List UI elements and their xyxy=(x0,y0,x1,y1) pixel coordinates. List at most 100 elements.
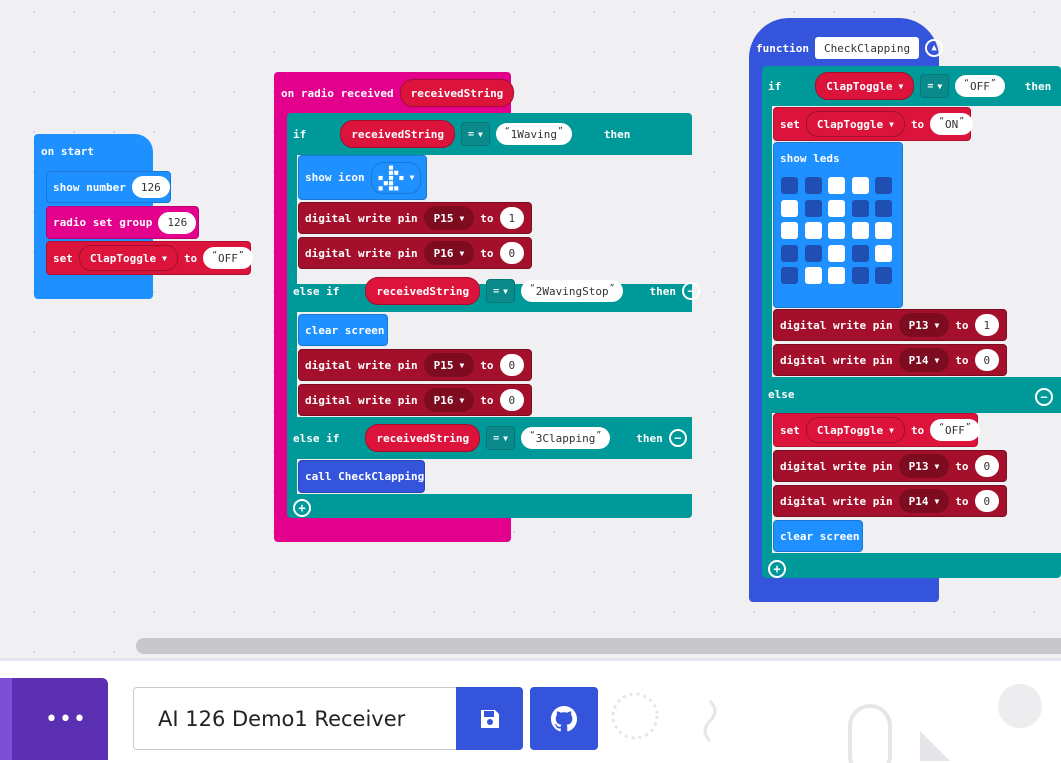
chevron-down-icon: ▼ xyxy=(889,119,894,129)
led-cell[interactable] xyxy=(828,199,845,217)
github-button[interactable] xyxy=(530,687,598,750)
led-cell[interactable] xyxy=(851,222,869,239)
pin-value[interactable]: 0 xyxy=(499,389,525,411)
led-cell[interactable] xyxy=(781,199,798,217)
led-cell[interactable] xyxy=(828,222,845,239)
radio-group-value[interactable]: 126 xyxy=(158,211,197,234)
project-name-field[interactable]: AI 126 Demo1 Receiver xyxy=(133,687,457,750)
decorative-background-icon xyxy=(611,684,1042,763)
pin-dropdown[interactable]: P15 ▼ xyxy=(423,353,475,377)
led-cell[interactable] xyxy=(828,244,845,262)
received-string-var[interactable]: receivedString xyxy=(365,424,481,452)
led-cell[interactable] xyxy=(851,267,869,284)
set-value-string[interactable]: OFF xyxy=(930,419,980,441)
compare-value-1waving[interactable]: 1Waving xyxy=(495,123,572,145)
to-label: to xyxy=(480,358,494,372)
set-claptoggle-block[interactable]: set ClapToggle ▼ to OFF xyxy=(46,241,253,275)
pin-dropdown[interactable]: P13 ▼ xyxy=(898,313,950,337)
to-label: to xyxy=(955,353,969,367)
more-menu-button[interactable]: ••• xyxy=(0,678,108,760)
minus-circle-icon[interactable]: − xyxy=(668,429,687,447)
digital-write-p13-block[interactable]: digital write pin P13 ▼ to 1 xyxy=(773,309,1007,341)
led-cell[interactable] xyxy=(781,267,798,284)
equals-operator[interactable]: = ▼ xyxy=(460,122,490,146)
pin-dropdown[interactable]: P14 ▼ xyxy=(898,489,950,513)
function-name-field[interactable]: CheckClapping xyxy=(814,37,920,59)
led-cell[interactable] xyxy=(828,267,845,284)
led-cell[interactable] xyxy=(851,244,869,262)
pin-value[interactable]: 0 xyxy=(499,242,525,264)
digital-write-p15-block[interactable]: digital write pin P15 ▼ to 1 xyxy=(298,202,532,234)
claptoggle-dropdown[interactable]: ClapToggle ▼ xyxy=(78,245,178,271)
digital-write-p13-block-2[interactable]: digital write pin P13 ▼ to 0 xyxy=(773,450,1007,482)
equals-label: = xyxy=(467,128,474,140)
equals-operator[interactable]: = ▼ xyxy=(486,279,515,303)
led-cell[interactable] xyxy=(875,222,892,239)
led-cell[interactable] xyxy=(851,199,869,217)
radio-set-group-block[interactable]: radio set group 126 xyxy=(46,206,199,239)
claptoggle-dropdown[interactable]: ClapToggle ▼ xyxy=(805,111,905,137)
digital-write-p15-block-2[interactable]: digital write pin P15 ▼ to 0 xyxy=(298,349,532,381)
pin-value[interactable]: 1 xyxy=(974,314,1000,336)
led-cell[interactable] xyxy=(804,267,822,284)
pin-value[interactable]: 0 xyxy=(974,455,1000,477)
digital-write-p16-block[interactable]: digital write pin P16 ▼ to 0 xyxy=(298,237,532,269)
claptoggle-dropdown[interactable]: ClapToggle ▼ xyxy=(805,417,905,443)
pin-dropdown[interactable]: P14 ▼ xyxy=(898,348,950,372)
digital-write-p14-block[interactable]: digital write pin P14 ▼ to 0 xyxy=(773,344,1007,376)
set-claptoggle-off-block[interactable]: set ClapToggle ▼ to OFF xyxy=(773,413,980,447)
pin-dropdown[interactable]: P16 ▼ xyxy=(423,388,475,412)
led-cell[interactable] xyxy=(804,222,822,239)
clear-screen-block-2[interactable]: clear screen xyxy=(773,520,863,552)
clear-screen-block[interactable]: clear screen xyxy=(298,314,388,346)
add-else-button[interactable]: + xyxy=(293,497,311,517)
pin-dropdown[interactable]: P15 ▼ xyxy=(423,206,475,230)
show-number-block[interactable]: show number 126 xyxy=(46,171,171,203)
digital-write-p14-block-2[interactable]: digital write pin P14 ▼ to 0 xyxy=(773,485,1007,517)
equals-operator[interactable]: = ▼ xyxy=(486,426,515,450)
chevron-up-circle-icon[interactable]: ▲ xyxy=(925,39,944,57)
pin-dropdown[interactable]: P16 ▼ xyxy=(423,241,475,265)
led-cell[interactable] xyxy=(875,177,892,194)
led-cell[interactable] xyxy=(781,177,798,194)
led-cell[interactable] xyxy=(804,199,822,217)
horizontal-scrollbar[interactable] xyxy=(136,638,1061,654)
led-cell[interactable] xyxy=(828,177,845,194)
pin-value[interactable]: 0 xyxy=(974,490,1000,512)
pin-value[interactable]: 0 xyxy=(499,354,525,376)
claptoggle-var[interactable]: ClapToggle ▼ xyxy=(815,72,915,100)
led-cell[interactable] xyxy=(875,199,892,217)
equals-operator[interactable]: = ▼ xyxy=(920,74,950,98)
received-string-param[interactable]: receivedString xyxy=(399,79,515,107)
compare-value-3clapping[interactable]: 3Clapping xyxy=(520,427,611,449)
led-cell[interactable] xyxy=(851,177,869,194)
add-else-if-button[interactable]: + xyxy=(768,558,786,578)
digital-write-p16-block-2[interactable]: digital write pin P16 ▼ to 0 xyxy=(298,384,532,416)
led-cell[interactable] xyxy=(781,244,798,262)
set-value-string[interactable]: OFF xyxy=(203,247,253,269)
save-button[interactable] xyxy=(456,687,523,750)
compare-value-off[interactable]: OFF xyxy=(955,75,1005,97)
led-cell[interactable] xyxy=(804,244,822,262)
show-icon-block[interactable]: show icon ▼ xyxy=(298,155,427,200)
minus-circle-icon[interactable]: − xyxy=(681,282,700,300)
led-cell[interactable] xyxy=(875,244,892,262)
led-cell[interactable] xyxy=(875,267,892,284)
received-string-var[interactable]: receivedString xyxy=(340,120,455,148)
received-string-var[interactable]: receivedString xyxy=(365,277,481,305)
then-label: then xyxy=(649,284,676,298)
led-grid[interactable] xyxy=(781,177,901,292)
led-cell[interactable] xyxy=(804,177,822,194)
icon-dropdown[interactable]: ▼ xyxy=(370,161,422,194)
set-claptoggle-on-block[interactable]: set ClapToggle ▼ to ON xyxy=(773,107,974,141)
pin-dropdown[interactable]: P13 ▼ xyxy=(898,454,950,478)
chevron-down-icon: ▼ xyxy=(934,496,940,506)
pin-value[interactable]: 0 xyxy=(974,349,1000,371)
compare-value-2wavingstop[interactable]: 2WavingStop xyxy=(520,280,624,302)
pin-value[interactable]: 1 xyxy=(499,207,525,229)
set-value-string[interactable]: ON xyxy=(930,113,974,135)
show-number-value[interactable]: 126 xyxy=(131,176,170,198)
led-cell[interactable] xyxy=(781,222,798,239)
call-checkclapping-block[interactable]: call CheckClapping xyxy=(298,460,425,493)
remove-else-button[interactable]: − xyxy=(1035,386,1053,406)
